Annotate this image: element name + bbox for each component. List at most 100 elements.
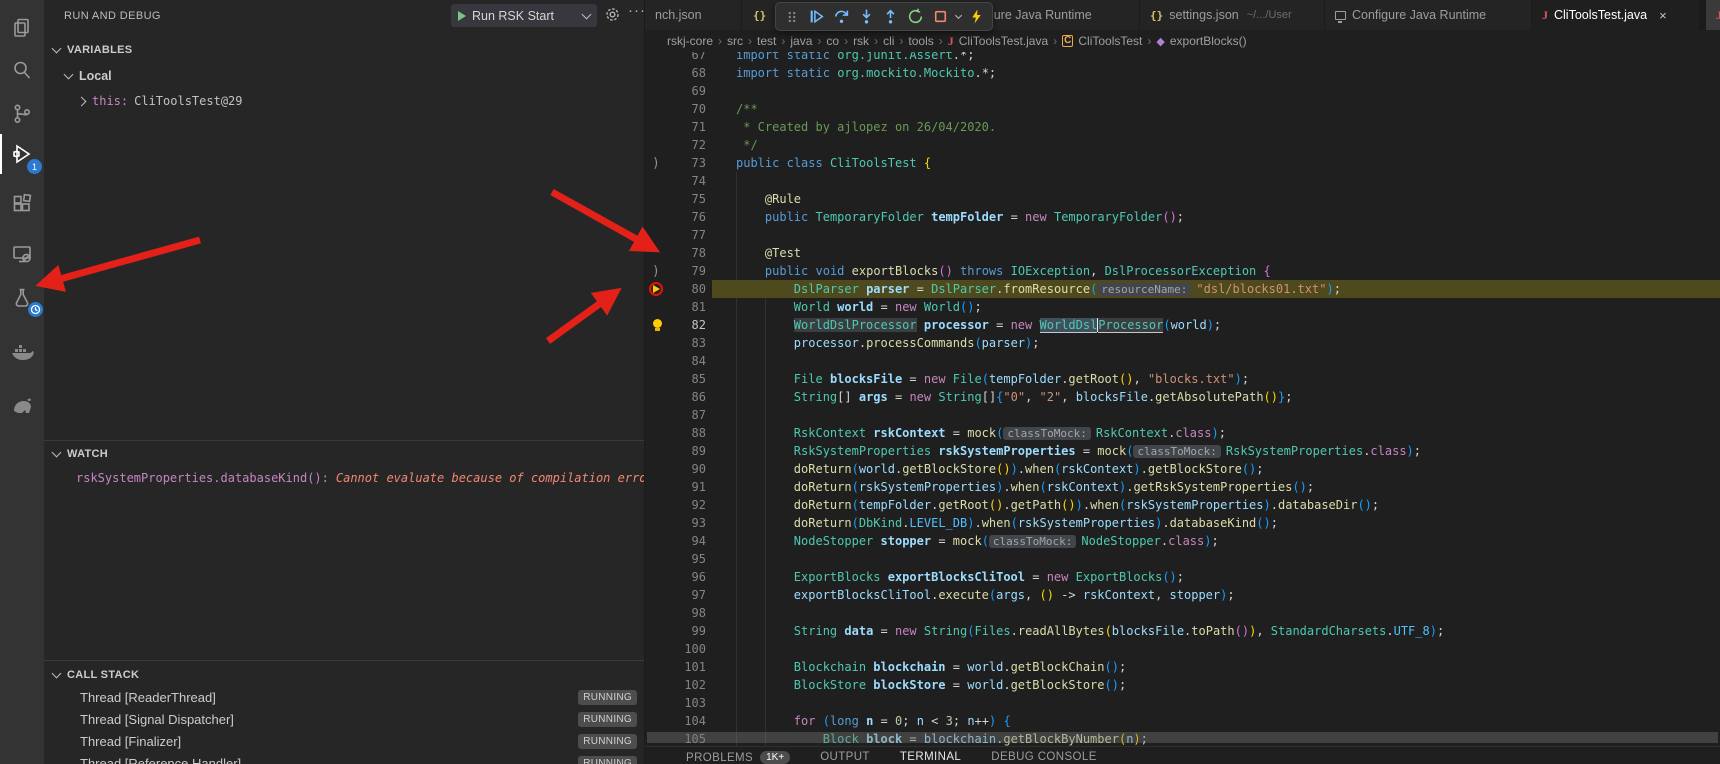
code-line[interactable]: 74: [645, 172, 1720, 190]
breadcrumb-item[interactable]: tools: [908, 34, 933, 48]
code-line[interactable]: 70/**: [645, 100, 1720, 118]
code-line[interactable]: 103: [645, 694, 1720, 712]
step-into-button[interactable]: [854, 5, 878, 29]
code-line[interactable]: 88 RskContext rskContext = mock(classToM…: [645, 424, 1720, 442]
code-line[interactable]: 80 DslParser parser = DslParser.fromReso…: [645, 280, 1720, 298]
code-line[interactable]: 83 processor.processCommands(parser);: [645, 334, 1720, 352]
drag-handle-icon[interactable]: [780, 5, 804, 29]
chevron-down-icon[interactable]: [582, 9, 592, 19]
code-line[interactable]: 82 WorldDslProcessor processor = new Wor…: [645, 316, 1720, 334]
code-token: /**: [736, 102, 758, 116]
step-out-button[interactable]: [879, 5, 903, 29]
tab-nch.json[interactable]: nch.json: [645, 0, 742, 30]
testing-icon[interactable]: [0, 276, 44, 320]
source-control-icon[interactable]: [0, 92, 44, 136]
lightbulb-icon[interactable]: [653, 319, 662, 328]
breadcrumb-item[interactable]: co: [826, 34, 839, 48]
breadcrumb-item[interactable]: rsk: [853, 34, 869, 48]
breadcrumb-item[interactable]: rskj-core: [667, 34, 713, 48]
code-line[interactable]: 86 String[] args = new String[]{"0", "2"…: [645, 388, 1720, 406]
step-over-button[interactable]: [830, 5, 854, 29]
thread-row[interactable]: Thread [Signal Dispatcher]RUNNING: [44, 708, 644, 730]
breadcrumb-item[interactable]: cli: [883, 34, 894, 48]
tab-settings.json[interactable]: {}settings.json~/.../User: [1140, 0, 1325, 30]
horizontal-scrollbar[interactable]: [647, 732, 1718, 743]
code-line[interactable]: 104 for (long n = 0; n < 3; n++) {: [645, 712, 1720, 730]
thread-row[interactable]: Thread [ReaderThread]RUNNING: [44, 686, 644, 708]
stop-options-chevron-icon[interactable]: [953, 5, 963, 29]
code-line[interactable]: 98: [645, 604, 1720, 622]
gradle-icon[interactable]: [0, 384, 44, 428]
variables-section-header[interactable]: VARIABLES: [44, 40, 644, 60]
code-line[interactable]: )73public class CliToolsTest {: [645, 154, 1720, 172]
variables-scope-local[interactable]: Local: [44, 66, 644, 86]
call-stack-section-header[interactable]: CALL STACK: [44, 665, 644, 685]
code-line[interactable]: 87: [645, 406, 1720, 424]
code-line[interactable]: 72 */: [645, 136, 1720, 154]
remote-explorer-icon[interactable]: [0, 232, 44, 276]
code-line[interactable]: 71 * Created by ajlopez on 26/04/2020.: [645, 118, 1720, 136]
code-line[interactable]: 69: [645, 82, 1720, 100]
search-icon[interactable]: [0, 48, 44, 92]
code-line[interactable]: 97 exportBlocksCliTool.execute(args, () …: [645, 586, 1720, 604]
code-line[interactable]: 101 Blockchain blockchain = world.getBlo…: [645, 658, 1720, 676]
watch-section-header[interactable]: WATCH: [44, 444, 644, 464]
code-line[interactable]: 89 RskSystemProperties rskSystemProperti…: [645, 442, 1720, 460]
code-line[interactable]: 68import static org.mockito.Mockito.*;: [645, 64, 1720, 82]
breadcrumb-item[interactable]: exportBlocks(): [1170, 34, 1247, 48]
code-line[interactable]: 92 doReturn(tempFolder.getRoot().getPath…: [645, 496, 1720, 514]
variable-this-row[interactable]: this: CliToolsTest@29: [44, 91, 644, 111]
tab-partial[interactable]: J: [1706, 0, 1720, 30]
code-line[interactable]: 77: [645, 226, 1720, 244]
code-line[interactable]: 102 BlockStore blockStore = world.getBlo…: [645, 676, 1720, 694]
panel-tab-output[interactable]: OUTPUT: [820, 751, 870, 763]
tab-CliToolsTest.java[interactable]: JCliToolsTest.java×: [1532, 0, 1700, 30]
breadcrumb-separator: ›: [1053, 34, 1057, 48]
code-line[interactable]: 90 doReturn(world.getBlockStore()).when(…: [645, 460, 1720, 478]
code-token: [917, 318, 924, 332]
code-line[interactable]: 94 NodeStopper stopper = mock(classToMoc…: [645, 532, 1720, 550]
code-line[interactable]: )79 public void exportBlocks() throws IO…: [645, 262, 1720, 280]
extensions-icon[interactable]: [0, 182, 44, 226]
more-actions-icon[interactable]: ···: [628, 2, 646, 19]
code-token: [815, 714, 822, 728]
watch-expression-row[interactable]: rskSystemProperties.databaseKind(): Cann…: [44, 468, 644, 488]
line-number: 104: [663, 712, 706, 730]
breadcrumb-item[interactable]: CliToolsTest.java: [959, 34, 1048, 48]
gear-icon[interactable]: [604, 6, 621, 28]
breadcrumb-item[interactable]: src: [727, 34, 743, 48]
code-area[interactable]: 67import static org.junit.Assert.*;68imp…: [645, 46, 1720, 748]
code-line[interactable]: 76 public TemporaryFolder tempFolder = n…: [645, 208, 1720, 226]
panel-tab-debug-console[interactable]: DEBUG CONSOLE: [991, 751, 1097, 763]
docker-icon[interactable]: [0, 332, 44, 376]
code-line[interactable]: 85 File blocksFile = new File(tempFolder…: [645, 370, 1720, 388]
breadcrumb-item[interactable]: CliToolsTest: [1078, 34, 1142, 48]
breadcrumb-item[interactable]: test: [757, 34, 776, 48]
continue-button[interactable]: [805, 5, 829, 29]
code-line[interactable]: 93 doReturn(DbKind.LEVEL_DB).when(rskSys…: [645, 514, 1720, 532]
code-line[interactable]: 95: [645, 550, 1720, 568]
code-line[interactable]: 100: [645, 640, 1720, 658]
thread-row[interactable]: Thread [Finalizer]RUNNING: [44, 730, 644, 752]
code-line[interactable]: 84: [645, 352, 1720, 370]
variable-name: this:: [92, 94, 128, 108]
breakpoint-current-line-icon[interactable]: [649, 282, 663, 296]
code-line[interactable]: 99 String data = new String(Files.readAl…: [645, 622, 1720, 640]
panel-tab-terminal[interactable]: TERMINAL: [900, 751, 961, 763]
close-icon[interactable]: ×: [1659, 8, 1667, 23]
thread-row[interactable]: Thread [Reference Handler]RUNNING: [44, 752, 644, 764]
restart-button[interactable]: [904, 5, 928, 29]
run-configuration-button[interactable]: Run RSK Start: [451, 4, 597, 27]
tab-Configure Java Runtime[interactable]: Configure Java Runtime: [1325, 0, 1532, 30]
code-line[interactable]: 81 World world = new World();: [645, 298, 1720, 316]
code-line[interactable]: 96 ExportBlocks exportBlocksCliTool = ne…: [645, 568, 1720, 586]
code-line[interactable]: 75 @Rule: [645, 190, 1720, 208]
explorer-icon[interactable]: [0, 6, 44, 50]
stop-button[interactable]: [929, 5, 953, 29]
breadcrumb-item[interactable]: java: [790, 34, 812, 48]
run-and-debug-icon[interactable]: 1: [0, 132, 44, 176]
code-line[interactable]: 78 @Test: [645, 244, 1720, 262]
hot-code-replace-button[interactable]: [964, 5, 988, 29]
code-line[interactable]: 91 doReturn(rskSystemProperties).when(rs…: [645, 478, 1720, 496]
panel-tab-problems[interactable]: PROBLEMS1K+: [686, 751, 790, 764]
